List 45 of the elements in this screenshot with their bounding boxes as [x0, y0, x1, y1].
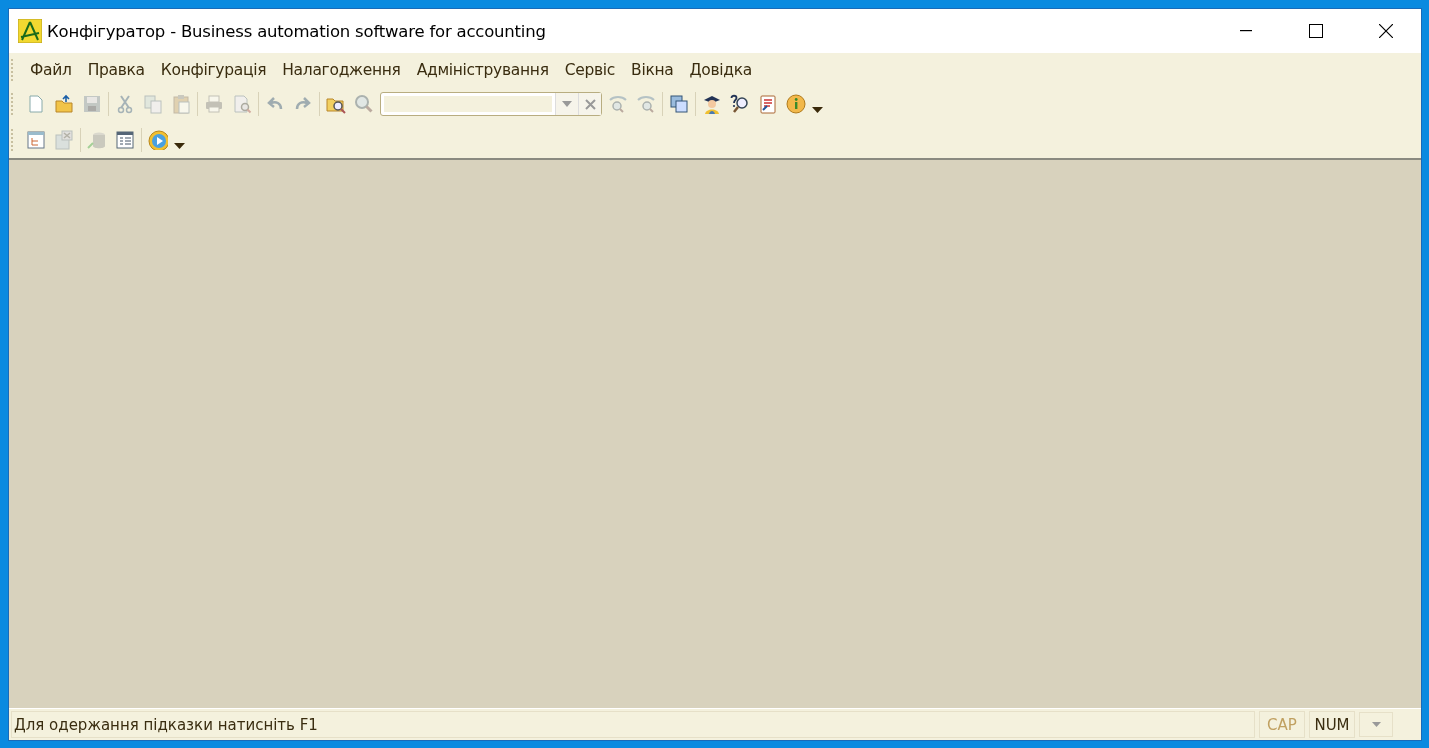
search-input[interactable] — [384, 96, 552, 112]
folder-icon — [54, 94, 74, 114]
search-icon — [354, 94, 374, 114]
key-indicator: CAP — [1259, 711, 1305, 738]
windows-icon — [669, 94, 689, 114]
question-magnifier-icon — [730, 94, 750, 114]
clear-button[interactable] — [578, 93, 601, 115]
notepad-icon — [758, 94, 778, 114]
caret-icon — [562, 101, 572, 107]
menu-item[interactable]: Вікна — [623, 57, 680, 82]
page-magnifier-icon — [232, 94, 252, 114]
menu-item[interactable]: Конфігурація — [152, 57, 273, 82]
status-dropdown-button[interactable] — [1359, 712, 1393, 737]
menu-item[interactable]: Файл — [22, 57, 78, 82]
menu-item[interactable]: Довідка — [681, 57, 759, 82]
clipboard-icon — [171, 94, 191, 114]
app-logo-icon — [18, 19, 42, 43]
caret-icon — [173, 143, 185, 149]
window-close-icon — [54, 130, 74, 150]
magnifier-arrow-icon — [636, 94, 656, 114]
printer-icon — [204, 94, 224, 114]
window-title: Конфігуратор - Business automation software for accounting — [47, 21, 547, 41]
maximize-icon — [1309, 24, 1323, 38]
close-icon — [584, 98, 596, 110]
status-hint: Для одержання підказки натисніть F1 — [11, 711, 1255, 738]
search-combo-field[interactable] — [380, 92, 602, 116]
info-icon — [786, 94, 806, 114]
magnifier-arrow-icon — [608, 94, 628, 114]
menu-item[interactable]: Сервіс — [556, 57, 622, 82]
tree-window-icon — [26, 130, 46, 150]
close-icon — [1379, 24, 1393, 38]
database-icon — [87, 130, 107, 150]
menu-item[interactable]: Адміністрування — [408, 57, 555, 82]
key-indicator: NUM — [1309, 711, 1355, 738]
caret-icon — [1371, 722, 1381, 727]
minimize-icon — [1240, 30, 1252, 32]
scissors-icon — [115, 94, 135, 114]
new-document-icon — [26, 94, 46, 114]
caret-icon — [811, 107, 823, 113]
play-icon — [148, 130, 168, 150]
graduate-icon — [702, 94, 722, 114]
copy-icon — [143, 94, 163, 114]
table-window-icon — [115, 130, 135, 150]
menu-item[interactable]: Правка — [79, 57, 151, 82]
menu-item[interactable]: Налагодження — [274, 57, 407, 82]
